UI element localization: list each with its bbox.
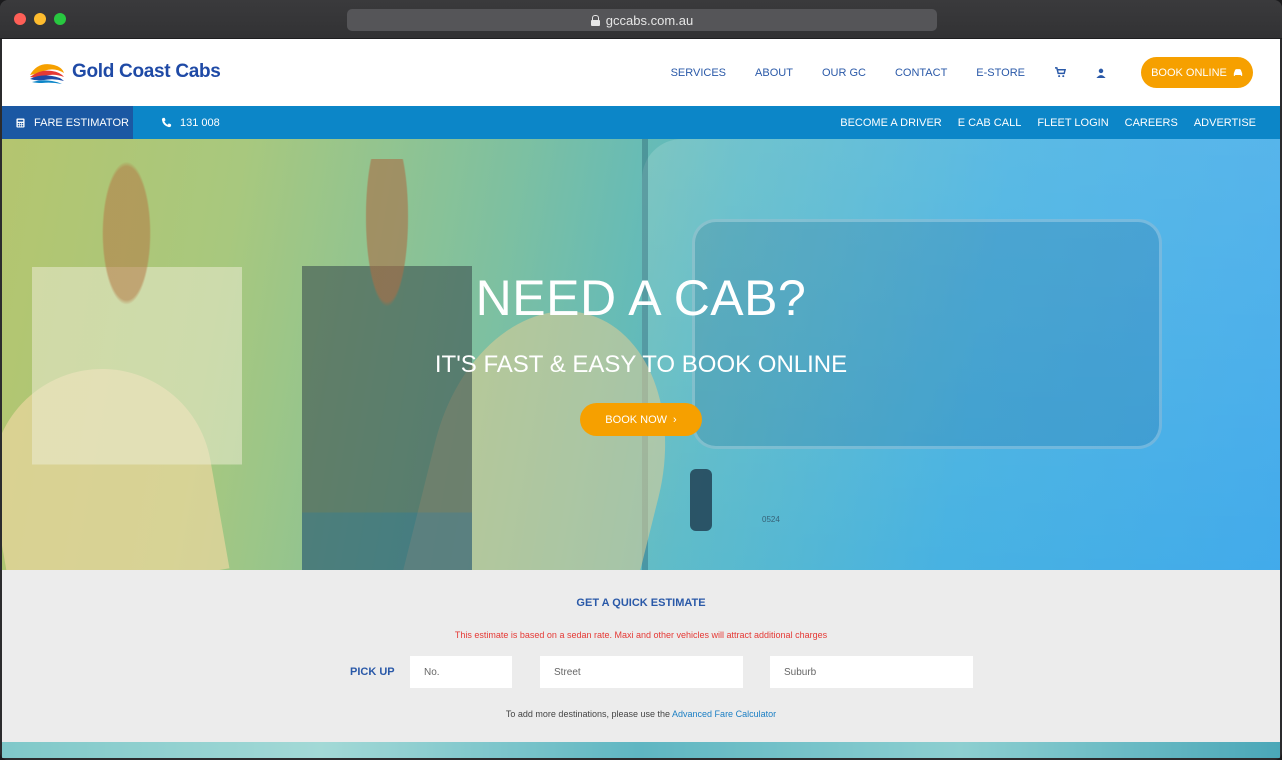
browser-titlebar: gccabs.com.au	[0, 0, 1282, 39]
book-online-button[interactable]: BOOK ONLINE	[1141, 57, 1253, 88]
estimate-title: GET A QUICK ESTIMATE	[576, 597, 706, 609]
pickup-number-input[interactable]	[410, 656, 512, 688]
phone-icon	[161, 117, 172, 128]
hero-subtitle: IT'S FAST & EASY TO BOOK ONLINE	[434, 351, 848, 378]
quick-estimate-section: GET A QUICK ESTIMATE This estimate is ba…	[2, 570, 1280, 742]
van-door-handle	[690, 469, 712, 531]
pickup-suburb-input[interactable]	[770, 656, 973, 688]
link-careers[interactable]: CAREERS	[1125, 117, 1178, 129]
logo-wave-icon	[30, 64, 64, 84]
page-content: Gold Coast Cabs SERVICES ABOUT OUR GC CO…	[2, 39, 1280, 758]
site-header: Gold Coast Cabs SERVICES ABOUT OUR GC CO…	[2, 39, 1280, 106]
link-fleet-login[interactable]: FLEET LOGIN	[1037, 117, 1108, 129]
book-online-label: BOOK ONLINE	[1151, 66, 1227, 79]
nav-about[interactable]: ABOUT	[755, 67, 793, 79]
hero-title: NEED A CAB?	[475, 270, 807, 326]
ocean-image-strip	[2, 742, 1280, 758]
more-destinations-label: To add more destinations, please use the	[505, 709, 671, 719]
site-logo[interactable]: Gold Coast Cabs	[28, 59, 221, 85]
phone-link[interactable]: 131 008	[161, 106, 220, 139]
van-number-plate: 0524	[762, 515, 780, 524]
advanced-fare-calculator-link[interactable]: Advanced Fare Calculator	[672, 709, 776, 719]
user-icon[interactable]	[1095, 67, 1107, 79]
calculator-icon	[16, 118, 25, 127]
nav-our-gc[interactable]: OUR GC	[822, 67, 866, 79]
fare-estimator-tab[interactable]: FARE ESTIMATOR	[2, 106, 133, 139]
estimate-note: This estimate is based on a sedan rate. …	[454, 630, 828, 640]
phone-number: 131 008	[180, 116, 220, 129]
book-now-label: BOOK NOW	[605, 413, 668, 426]
pickup-label: PICK UP	[350, 666, 395, 678]
link-advertise[interactable]: ADVERTISE	[1194, 117, 1256, 129]
close-window-button[interactable]	[14, 13, 26, 25]
pickup-street-input[interactable]	[540, 656, 743, 688]
nav-contact[interactable]: CONTACT	[895, 67, 947, 79]
lock-icon	[590, 14, 600, 26]
link-become-a-driver[interactable]: BECOME A DRIVER	[840, 117, 941, 129]
nav-e-store[interactable]: E-STORE	[976, 67, 1025, 79]
logo-text: Gold Coast Cabs	[72, 61, 221, 82]
cart-icon[interactable]	[1054, 67, 1066, 79]
more-destinations-text: To add more destinations, please use the…	[2, 709, 1280, 719]
hero-banner: 0524 NEED A CAB? IT'S FAST & EASY TO BOO…	[2, 139, 1280, 570]
minimize-window-button[interactable]	[34, 13, 46, 25]
nav-services[interactable]: SERVICES	[671, 67, 726, 79]
utility-bar: FARE ESTIMATOR 131 008 BECOME A DRIVER E…	[2, 106, 1280, 139]
van-window	[692, 219, 1162, 449]
main-nav: SERVICES ABOUT OUR GC CONTACT E-STORE BO…	[642, 39, 1280, 106]
fare-estimator-label: FARE ESTIMATOR	[34, 116, 129, 129]
maximize-window-button[interactable]	[54, 13, 66, 25]
book-now-button[interactable]: BOOK NOW ›	[580, 403, 702, 436]
address-bar-url: gccabs.com.au	[605, 12, 694, 28]
secondary-nav: BECOME A DRIVER E CAB CALL FLEET LOGIN C…	[824, 106, 1256, 139]
car-icon	[1233, 69, 1243, 76]
browser-window: gccabs.com.au Gold Coast Cabs SERVICES A…	[0, 0, 1282, 760]
chevron-right-icon: ›	[673, 413, 677, 426]
link-e-cab-call[interactable]: E CAB CALL	[958, 117, 1022, 129]
address-bar[interactable]: gccabs.com.au	[347, 9, 937, 31]
